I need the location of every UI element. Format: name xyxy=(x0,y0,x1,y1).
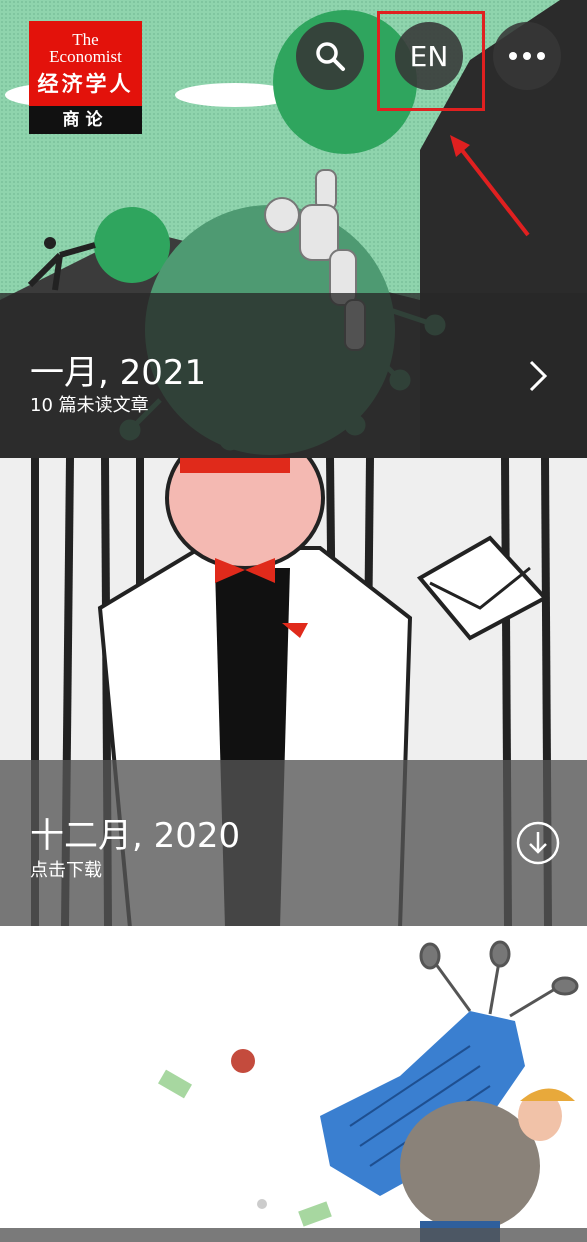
more-options-button[interactable] xyxy=(493,22,561,90)
download-button[interactable] xyxy=(515,820,561,866)
issue-caption xyxy=(0,1228,587,1242)
search-button[interactable] xyxy=(296,22,364,90)
unread-count: 10 篇未读文章 xyxy=(30,395,149,416)
economist-logo: The Economist 经济学人 商论 xyxy=(29,21,142,134)
annotation-highlight-box xyxy=(377,11,485,111)
logo-line1: The xyxy=(72,30,99,49)
issue-card-december-2020[interactable]: 十二月, 2020 点击下载 xyxy=(0,458,587,926)
logo-sub: 商论 xyxy=(29,106,142,134)
download-circle-icon xyxy=(516,821,560,865)
issue-title: 一月, 2021 xyxy=(30,353,207,393)
cover-illustration-golf-bag xyxy=(0,926,587,1242)
issue-caption: 一月, 2021 10 篇未读文章 xyxy=(0,293,587,458)
chevron-right-icon xyxy=(529,360,548,392)
logo-cn-name: 经济学人 xyxy=(37,72,134,96)
open-issue-button[interactable] xyxy=(515,353,561,399)
logo-line2: Economist xyxy=(49,47,122,66)
download-hint: 点击下载 xyxy=(30,860,102,881)
issue-card-third[interactable] xyxy=(0,926,587,1242)
annotation-arrow-icon xyxy=(450,135,530,237)
search-icon xyxy=(316,42,345,71)
issue-caption: 十二月, 2020 点击下载 xyxy=(0,760,587,926)
more-horizontal-icon xyxy=(509,52,545,60)
issue-title: 十二月, 2020 xyxy=(30,816,241,856)
